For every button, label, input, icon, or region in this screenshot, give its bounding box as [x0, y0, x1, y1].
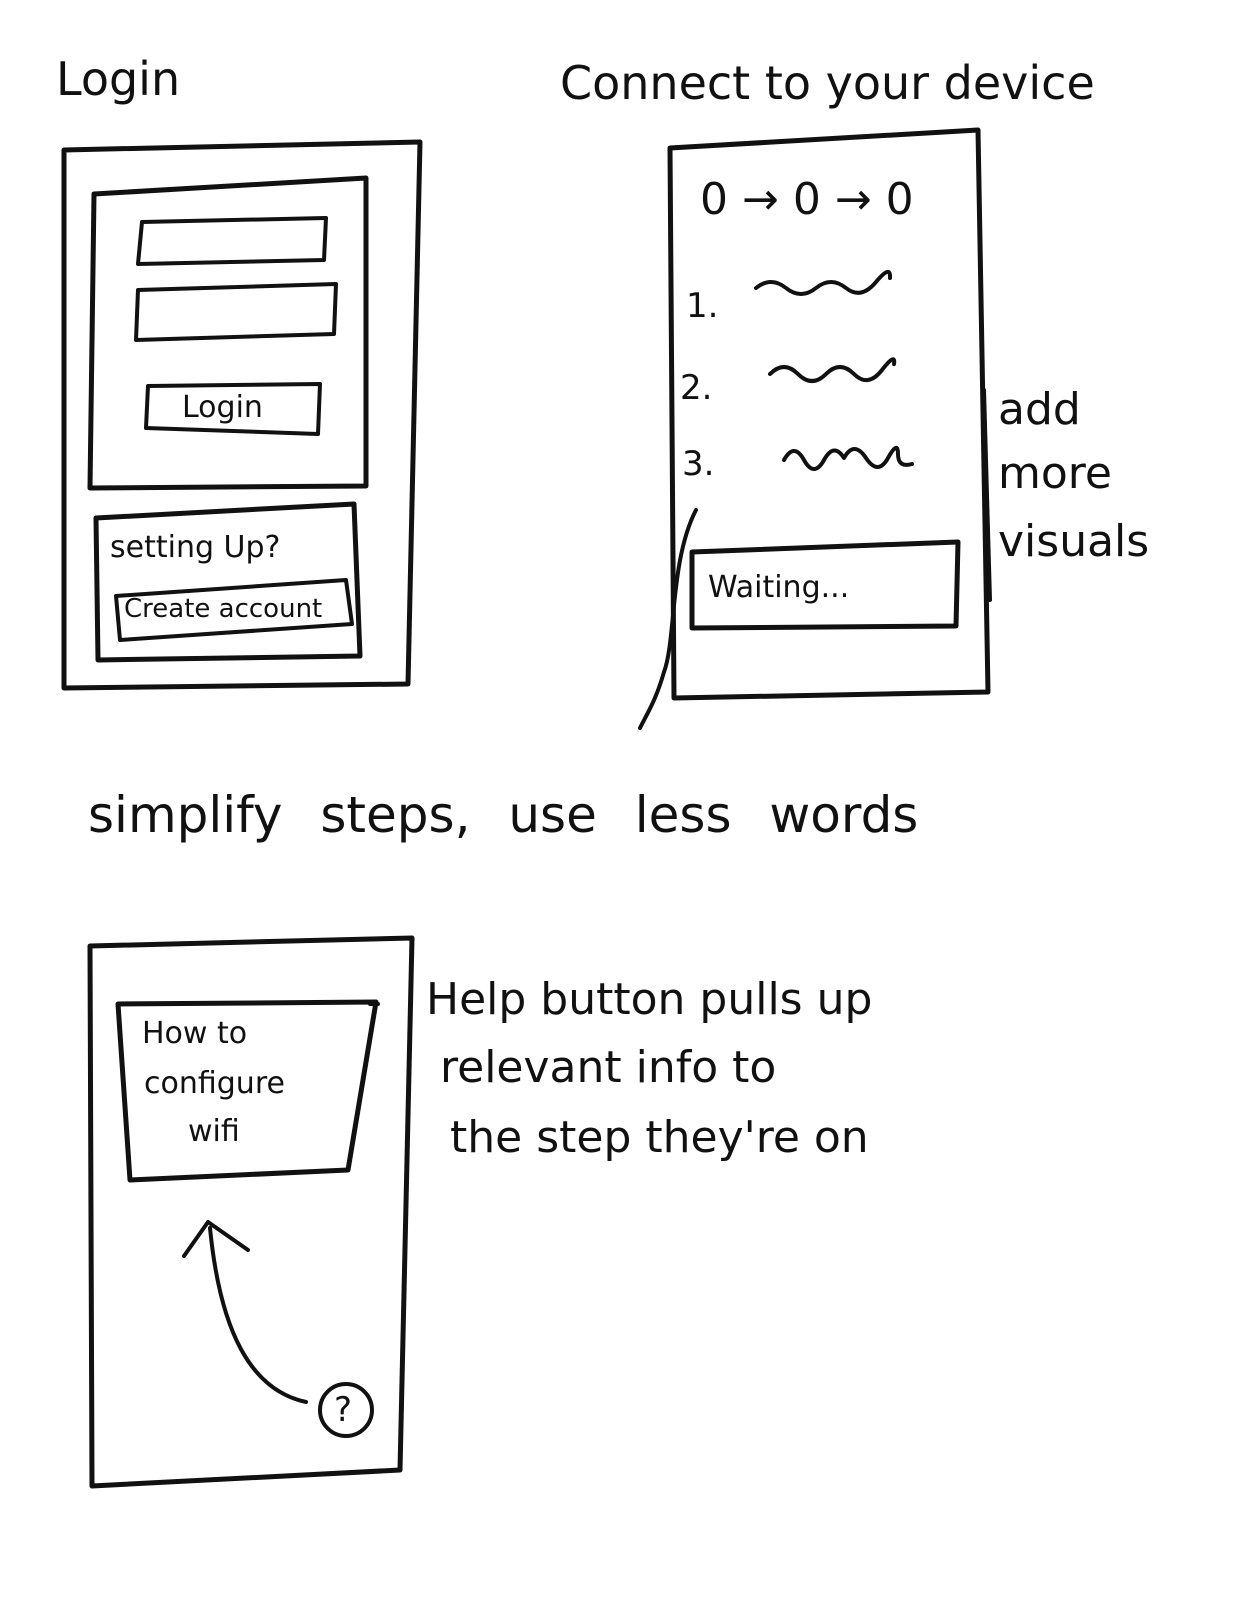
side-note-line-3: visuals	[998, 516, 1150, 567]
step-1-label: 1.	[686, 286, 719, 326]
password-field-outline	[134, 282, 338, 342]
popup-line-1: How to	[142, 1016, 248, 1051]
connection-flow-icons: 0 → 0 → 0	[700, 174, 914, 225]
create-account-button[interactable]: Create account	[124, 594, 322, 624]
username-field-outline	[136, 216, 328, 266]
step-2-label: 2.	[680, 368, 713, 408]
step-2-squiggle	[768, 357, 897, 383]
general-note: simplify steps, use less words	[88, 786, 919, 844]
pull-up-arrow-head	[182, 1220, 250, 1258]
help-note-line-2: relevant info to	[440, 1042, 777, 1093]
setup-prompt: setting Up?	[110, 530, 281, 565]
waiting-status: Waiting...	[708, 570, 850, 605]
help-button[interactable]: ?	[334, 1390, 352, 1430]
step-3-squiggle	[782, 446, 914, 471]
help-note-line-1: Help button pulls up	[426, 974, 873, 1025]
side-note-line-1: add	[998, 384, 1081, 435]
help-note-line-3: the step they're on	[450, 1112, 869, 1163]
connect-title: Connect to your device	[560, 56, 1095, 110]
help-phone-frame	[87, 935, 415, 1489]
login-title: Login	[56, 52, 181, 106]
step-3-label: 3.	[682, 444, 715, 484]
step-1-squiggle	[754, 270, 893, 296]
side-note-line-2: more	[998, 448, 1112, 499]
popup-line-3: wifi	[188, 1114, 240, 1149]
pull-up-arrow-shaft	[208, 1226, 308, 1404]
login-button[interactable]: Login	[182, 390, 263, 425]
popup-line-2: configure	[144, 1066, 285, 1101]
